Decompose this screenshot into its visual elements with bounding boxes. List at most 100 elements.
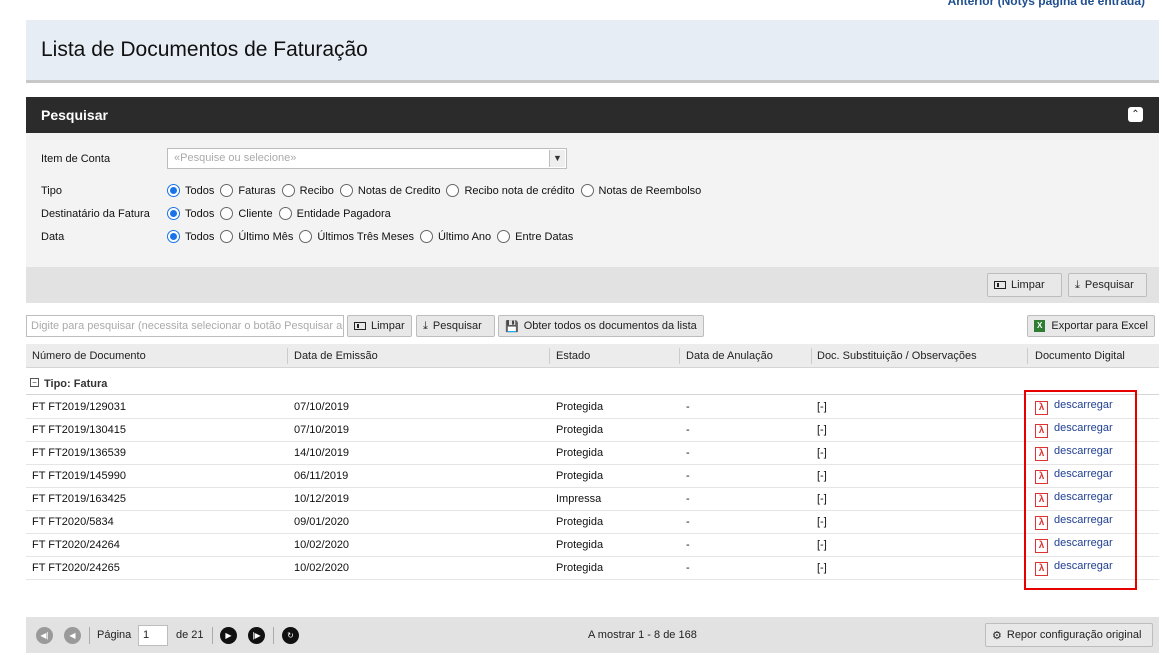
pager-bar: ◀| ◀ Página 1 de 21 ▶ |▶ ↻ A mostrar 1 -…	[26, 617, 1159, 653]
tipo-radio-notas-reembolso[interactable]: Notas de Reembolso	[580, 184, 701, 197]
tipo-radio-group: Todos Faturas Recibo Notas de Credito Re…	[167, 184, 707, 197]
cell-numero: FT FT2020/5834	[32, 516, 114, 528]
column-divider[interactable]	[1027, 348, 1028, 364]
reset-config-button[interactable]: ⚙ Repor configuração original	[985, 623, 1153, 647]
cell-anulacao: -	[686, 470, 690, 482]
cell-observacoes: [-]	[817, 493, 827, 505]
table-row[interactable]: FT FT2020/24265 10/02/2020 Protegida - […	[26, 557, 1159, 580]
table-row[interactable]: FT FT2019/163425 10/12/2019 Impressa - […	[26, 488, 1159, 511]
pager-divider	[212, 627, 213, 644]
column-divider[interactable]	[811, 348, 812, 364]
cell-estado: Protegida	[556, 401, 604, 413]
filter-clear-button[interactable]: Limpar	[987, 273, 1062, 297]
table-row[interactable]: FT FT2020/24264 10/02/2020 Protegida - […	[26, 534, 1159, 557]
cell-estado: Impressa	[556, 493, 602, 505]
cell-data-emissao: 14/10/2019	[294, 447, 350, 459]
table-row[interactable]: FT FT2019/136539 14/10/2019 Protegida - …	[26, 442, 1159, 465]
data-radio-ultimo-ano[interactable]: Último Ano	[419, 230, 491, 243]
last-page-icon[interactable]: |▶	[248, 627, 265, 644]
column-divider[interactable]	[679, 348, 680, 364]
excel-icon: X	[1034, 320, 1046, 332]
search-panel-header: Pesquisar ⌃	[26, 97, 1159, 133]
table-row[interactable]: FT FT2019/130415 07/10/2019 Protegida - …	[26, 419, 1159, 442]
grid-clear-button[interactable]: Limpar	[347, 315, 412, 337]
column-divider[interactable]	[549, 348, 550, 364]
tipo-radio-todos[interactable]: Todos	[167, 184, 214, 197]
radio-icon	[278, 207, 292, 220]
destinatario-radio-todos[interactable]: Todos	[167, 207, 214, 220]
data-radio-entre-datas[interactable]: Entre Datas	[497, 230, 573, 243]
column-header-data-emissao[interactable]: Data de Emissão	[294, 350, 378, 362]
cell-anulacao: -	[686, 562, 690, 574]
cell-estado: Protegida	[556, 539, 604, 551]
search-panel-body: Item de Conta «Pesquise ou selecione» ▼ …	[26, 133, 1159, 267]
table-row[interactable]: FT FT2020/5834 09/01/2020 Protegida - [-…	[26, 511, 1159, 534]
data-radio-group: Todos Último Mês Últimos Três Meses Últi…	[167, 230, 579, 243]
table-row[interactable]: FT FT2019/145990 06/11/2019 Protegida - …	[26, 465, 1159, 488]
data-radio-todos[interactable]: Todos	[167, 230, 214, 243]
cell-data-emissao: 07/10/2019	[294, 424, 350, 436]
tipo-radio-notas-credito[interactable]: Notas de Credito	[339, 184, 440, 197]
tipo-radio-recibo-nota-credito[interactable]: Recibo nota de crédito	[446, 184, 575, 197]
cell-observacoes: [-]	[817, 470, 827, 482]
grid-search-button[interactable]: ⤓ Pesquisar	[416, 315, 495, 337]
cell-anulacao: -	[686, 401, 690, 413]
export-excel-button[interactable]: X Exportar para Excel	[1027, 315, 1155, 337]
table-row[interactable]: FT FT2019/129031 07/10/2019 Protegida - …	[26, 396, 1159, 419]
cell-data-emissao: 09/01/2020	[294, 516, 350, 528]
radio-icon	[339, 184, 353, 197]
tipo-radio-faturas[interactable]: Faturas	[220, 184, 276, 197]
data-label: Data	[41, 231, 65, 243]
filter-search-button[interactable]: ⤓ Pesquisar	[1068, 273, 1147, 297]
column-header-observacoes[interactable]: Doc. Substituição / Observações	[817, 350, 977, 362]
cell-estado: Protegida	[556, 447, 604, 459]
download-icon: ⤓	[423, 319, 428, 332]
destinatario-radio-cliente[interactable]: Cliente	[220, 207, 273, 220]
cell-numero: FT FT2019/136539	[32, 447, 126, 459]
group-row-fatura[interactable]: − Tipo: Fatura	[26, 373, 1159, 395]
grid-search-input[interactable]: Digite para pesquisar (necessita selecio…	[26, 315, 344, 337]
cell-numero: FT FT2020/24264	[32, 539, 120, 551]
collapse-icon[interactable]: ⌃	[1128, 107, 1143, 122]
radio-icon	[220, 207, 234, 220]
refresh-icon[interactable]: ↻	[282, 627, 299, 644]
column-header-data-anulacao[interactable]: Data de Anulação	[686, 350, 773, 362]
item-conta-combo[interactable]: «Pesquise ou selecione» ▼	[167, 148, 567, 169]
showing-count: A mostrar 1 - 8 de 168	[588, 629, 697, 641]
download-icon: ⤓	[1075, 278, 1080, 291]
cell-observacoes: [-]	[817, 401, 827, 413]
radio-checked-icon	[167, 207, 180, 220]
chevron-down-icon[interactable]: ▼	[549, 150, 565, 167]
next-page-icon[interactable]: ▶	[220, 627, 237, 644]
prev-page-icon[interactable]: ◀	[64, 627, 81, 644]
column-header-numero[interactable]: Número de Documento	[32, 350, 146, 362]
first-page-icon[interactable]: ◀|	[36, 627, 53, 644]
column-divider[interactable]	[287, 348, 288, 364]
cell-numero: FT FT2020/24265	[32, 562, 120, 574]
cell-anulacao: -	[686, 424, 690, 436]
eraser-icon	[354, 322, 366, 330]
page-number-input[interactable]: 1	[138, 625, 168, 646]
cell-data-emissao: 10/02/2020	[294, 562, 350, 574]
cell-data-emissao: 06/11/2019	[294, 470, 349, 482]
cell-anulacao: -	[686, 493, 690, 505]
gear-icon: ⚙	[992, 629, 1002, 642]
column-header-estado[interactable]: Estado	[556, 350, 590, 362]
page-total: de 21	[176, 629, 204, 641]
destinatario-radio-entidade[interactable]: Entidade Pagadora	[278, 207, 391, 220]
data-radio-ultimos-tres-meses[interactable]: Últimos Três Meses	[299, 230, 414, 243]
data-radio-ultimo-mes[interactable]: Último Mês	[220, 230, 293, 243]
get-all-documents-button[interactable]: 💾 Obter todos os documentos da lista	[498, 315, 704, 337]
back-link[interactable]: Anterior (Notys página de entrada)	[948, 0, 1145, 8]
page-label: Página	[97, 629, 132, 641]
cell-observacoes: [-]	[817, 424, 827, 436]
radio-icon	[419, 230, 433, 243]
cell-anulacao: -	[686, 539, 690, 551]
page-title: Lista de Documentos de Faturação	[41, 38, 368, 61]
destinatario-radio-group: Todos Cliente Entidade Pagadora	[167, 207, 397, 220]
collapse-group-icon[interactable]: −	[30, 378, 39, 387]
item-conta-label: Item de Conta	[41, 153, 111, 165]
cell-observacoes: [-]	[817, 447, 827, 459]
column-header-documento-digital[interactable]: Documento Digital	[1035, 350, 1125, 362]
tipo-radio-recibo[interactable]: Recibo	[281, 184, 334, 197]
